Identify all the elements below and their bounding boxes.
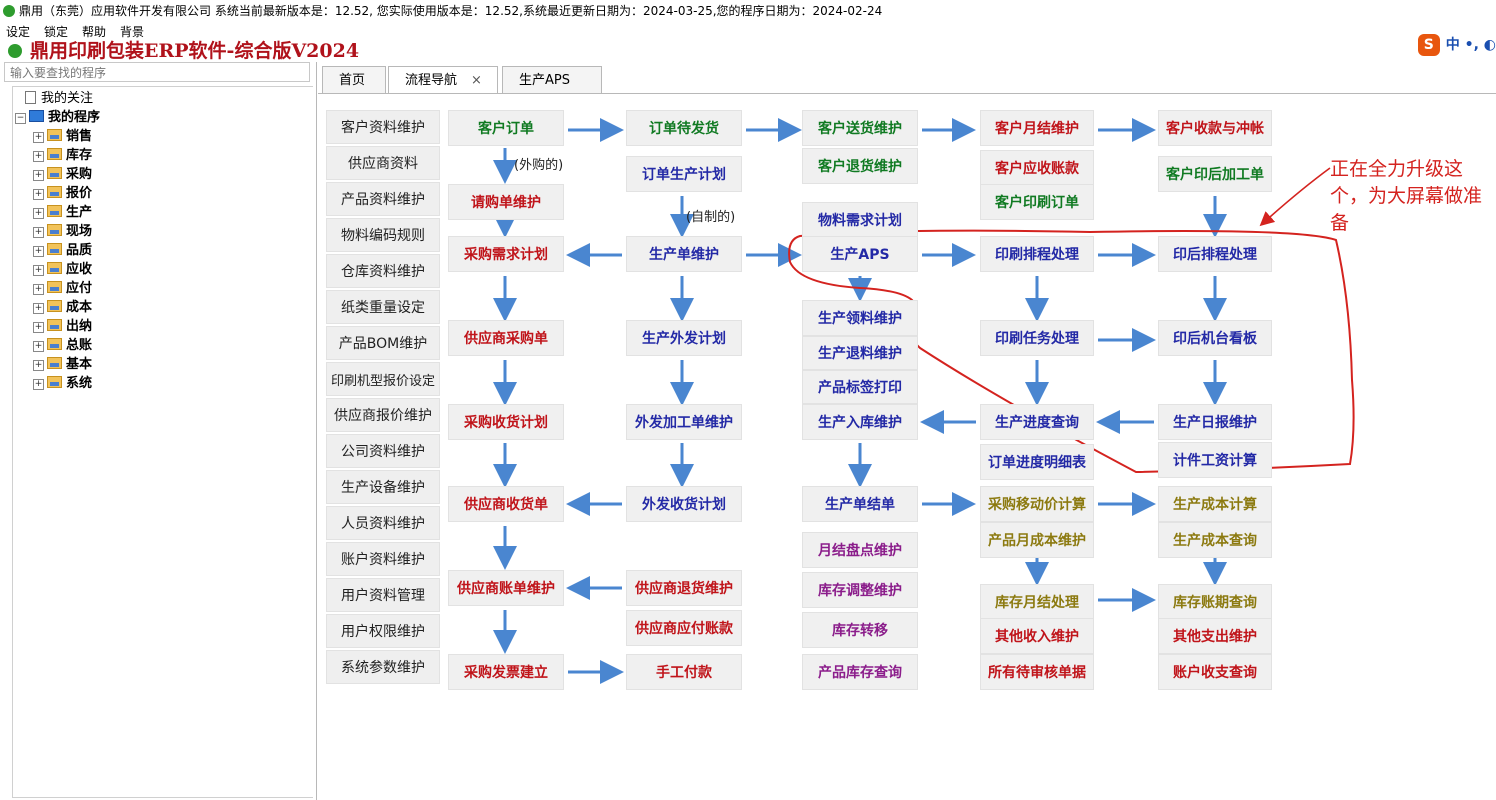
flow-moving-price-calc[interactable]: 采购移动价计算 — [980, 486, 1094, 522]
flow-paper-weight[interactable]: 纸类重量设定 — [326, 290, 440, 324]
flow-order-progress-detail[interactable]: 订单进度明细表 — [980, 444, 1094, 480]
flow-outsource-order[interactable]: 外发加工单维护 — [626, 404, 742, 440]
flow-customer-postpress-order[interactable]: 客户印后加工单 — [1158, 156, 1272, 192]
flow-production-progress[interactable]: 生产进度查询 — [980, 404, 1094, 440]
flow-equipment[interactable]: 生产设备维护 — [326, 470, 440, 504]
flow-pending-approvals[interactable]: 所有待审核单据 — [980, 654, 1094, 690]
flow-user-permission[interactable]: 用户权限维护 — [326, 614, 440, 648]
flow-production-order-close[interactable]: 生产单结单 — [802, 486, 918, 522]
flow-product-data[interactable]: 产品资料维护 — [326, 182, 440, 216]
flow-supplier-receipt[interactable]: 供应商收货单 — [448, 486, 564, 522]
flow-production-cost-calc[interactable]: 生产成本计算 — [1158, 486, 1272, 522]
flow-supplier-bill[interactable]: 供应商账单维护 — [448, 570, 564, 606]
flow-warehouse-data[interactable]: 仓库资料维护 — [326, 254, 440, 288]
flow-supplier-data[interactable]: 供应商资料 — [326, 146, 440, 180]
flow-customer-return[interactable]: 客户退货维护 — [802, 148, 918, 184]
upgrade-annotation: 正在全力升级这个，为大屏幕做准备 — [1330, 158, 1483, 234]
flow-supplier-po[interactable]: 供应商采购单 — [448, 320, 564, 356]
flow-staff-data[interactable]: 人员资料维护 — [326, 506, 440, 540]
flow-other-expense[interactable]: 其他支出维护 — [1158, 618, 1272, 654]
flow-product-stock-query[interactable]: 产品库存查询 — [802, 654, 918, 690]
flow-production-cost-query[interactable]: 生产成本查询 — [1158, 522, 1272, 558]
flow-product-bom[interactable]: 产品BOM维护 — [326, 326, 440, 360]
flow-purchase-receive-plan[interactable]: 采购收货计划 — [448, 404, 564, 440]
flow-customer-order[interactable]: 客户订单 — [448, 110, 564, 146]
flow-material-issue[interactable]: 生产领料维护 — [802, 300, 918, 336]
flow-print-scheduling[interactable]: 印刷排程处理 — [980, 236, 1094, 272]
flow-material-code-rule[interactable]: 物料编码规则 — [326, 218, 440, 252]
flow-production-aps[interactable]: 生产APS — [802, 236, 918, 272]
flow-supplier-payable[interactable]: 供应商应付账款 — [626, 610, 742, 646]
flow-production-stock-in[interactable]: 生产入库维护 — [802, 404, 918, 440]
flow-order-pending-ship[interactable]: 订单待发货 — [626, 110, 742, 146]
flow-system-params[interactable]: 系统参数维护 — [326, 650, 440, 684]
flow-customer-monthly[interactable]: 客户月结维护 — [980, 110, 1094, 146]
flow-purchase-demand-plan[interactable]: 采购需求计划 — [448, 236, 564, 272]
flow-stock-adjust[interactable]: 库存调整维护 — [802, 572, 918, 608]
flow-other-income[interactable]: 其他收入维护 — [980, 618, 1094, 654]
flow-product-label-print[interactable]: 产品标签打印 — [802, 370, 918, 404]
flow-print-task[interactable]: 印刷任务处理 — [980, 320, 1094, 356]
flow-month-end-stocktake[interactable]: 月结盘点维护 — [802, 532, 918, 568]
flow-stock-transfer[interactable]: 库存转移 — [802, 612, 918, 648]
flow-manual-payment[interactable]: 手工付款 — [626, 654, 742, 690]
flow-outsource-plan[interactable]: 生产外发计划 — [626, 320, 742, 356]
flow-company-data[interactable]: 公司资料维护 — [326, 434, 440, 468]
flow-purchase-requisition[interactable]: 请购单维护 — [448, 184, 564, 220]
flow-order-production-plan[interactable]: 订单生产计划 — [626, 156, 742, 192]
flow-customer-data[interactable]: 客户资料维护 — [326, 110, 440, 144]
flow-postpress-board[interactable]: 印后机台看板 — [1158, 320, 1272, 356]
label-selfmade: (自制的) — [686, 210, 736, 225]
label-outsourced: (外购的) — [514, 158, 564, 173]
flow-purchase-invoice[interactable]: 采购发票建立 — [448, 654, 564, 690]
flow-account-data[interactable]: 账户资料维护 — [326, 542, 440, 576]
flow-customer-collection[interactable]: 客户收款与冲帐 — [1158, 110, 1272, 146]
flow-production-order[interactable]: 生产单维护 — [626, 236, 742, 272]
flow-outsource-receive-plan[interactable]: 外发收货计划 — [626, 486, 742, 522]
flow-supplier-quote[interactable]: 供应商报价维护 — [326, 398, 440, 432]
flow-material-return[interactable]: 生产退料维护 — [802, 336, 918, 370]
flow-production-daily[interactable]: 生产日报维护 — [1158, 404, 1272, 440]
flow-customer-delivery[interactable]: 客户送货维护 — [802, 110, 918, 146]
flow-supplier-return[interactable]: 供应商退货维护 — [626, 570, 742, 606]
flow-mrp[interactable]: 物料需求计划 — [802, 202, 918, 238]
flow-user-data[interactable]: 用户资料管理 — [326, 578, 440, 612]
flow-postpress-scheduling[interactable]: 印后排程处理 — [1158, 236, 1272, 272]
flow-customer-print-order[interactable]: 客户印刷订单 — [980, 184, 1094, 220]
flow-monthly-cost[interactable]: 产品月成本维护 — [980, 522, 1094, 558]
flow-account-ledger-query[interactable]: 账户收支查询 — [1158, 654, 1272, 690]
flow-stock-month-close[interactable]: 库存月结处理 — [980, 584, 1094, 620]
flow-stock-period-query[interactable]: 库存账期查询 — [1158, 584, 1272, 620]
flow-piece-wage[interactable]: 计件工资计算 — [1158, 442, 1272, 478]
flow-customer-receivable[interactable]: 客户应收账款 — [980, 150, 1094, 186]
flow-press-quote-setting[interactable]: 印刷机型报价设定 — [326, 362, 440, 396]
